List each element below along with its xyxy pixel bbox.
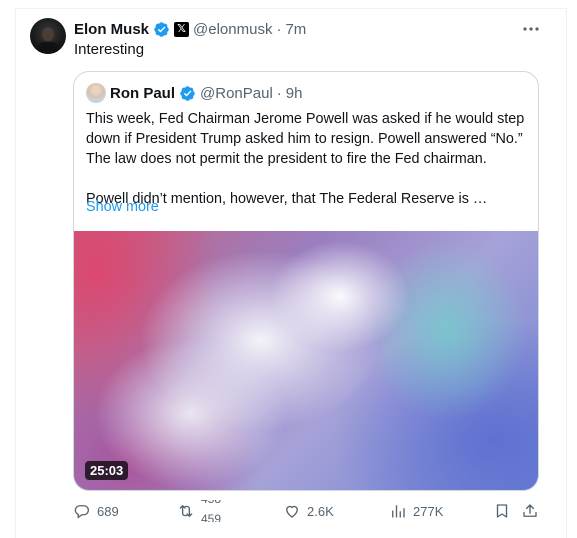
more-options-button[interactable]: [520, 20, 542, 38]
repost-count: 458 459: [201, 500, 231, 522]
bookmark-icon: [496, 504, 508, 518]
views-icon: [392, 505, 405, 518]
tweet-text: Interesting: [74, 41, 145, 58]
action-bar: 689 458 459 2.6K 277K: [73, 500, 541, 524]
heart-icon: [286, 505, 298, 518]
verified-badge-icon: [154, 21, 169, 37]
quoted-paragraph: This week, Fed Chairman Jerome Powell wa…: [86, 111, 525, 167]
quoted-time[interactable]: 9h: [286, 85, 303, 102]
tweet-time[interactable]: 7m: [285, 21, 306, 38]
reply-count: 689: [97, 503, 119, 519]
quoted-text: This week, Fed Chairman Jerome Powell wa…: [86, 109, 531, 209]
author-avatar[interactable]: [30, 18, 66, 54]
repost-icon: [179, 505, 193, 517]
more-icon: [523, 27, 539, 31]
author-handle[interactable]: @elonmusk: [193, 21, 272, 38]
quoted-author-handle[interactable]: @RonPaul: [200, 85, 273, 102]
views-button[interactable]: 277K: [389, 500, 443, 522]
like-button[interactable]: 2.6K: [283, 500, 334, 522]
quoted-author-avatar[interactable]: [86, 83, 106, 103]
show-more-link[interactable]: Show more: [86, 199, 159, 215]
dot-separator: ·: [276, 20, 282, 38]
repost-count-old: 458: [201, 500, 221, 505]
reply-button[interactable]: 689: [73, 500, 119, 522]
repost-count-new: 459: [201, 512, 222, 522]
tweet-header: Elon Musk 𝕏 @elonmusk · 7m: [74, 19, 306, 39]
reply-icon: [74, 505, 90, 519]
author-name[interactable]: Elon Musk: [74, 21, 149, 38]
views-count: 277K: [413, 503, 444, 519]
quoted-tweet[interactable]: Ron Paul @RonPaul · 9h This week, Fed Ch…: [73, 71, 539, 491]
like-count: 2.6K: [307, 503, 334, 519]
quoted-author-name[interactable]: Ron Paul: [110, 85, 175, 102]
repost-button[interactable]: 458 459: [177, 500, 231, 522]
x-logo-icon: 𝕏: [174, 21, 190, 37]
bookmark-button[interactable]: [493, 500, 511, 522]
quoted-header: Ron Paul @RonPaul · 9h: [86, 83, 302, 103]
dot-separator: ·: [276, 84, 282, 102]
share-button[interactable]: [521, 500, 539, 522]
video-player[interactable]: 25:03: [74, 231, 538, 490]
share-icon: [523, 504, 537, 517]
verified-badge-icon: [180, 85, 195, 101]
video-duration-badge: 25:03: [85, 461, 129, 480]
